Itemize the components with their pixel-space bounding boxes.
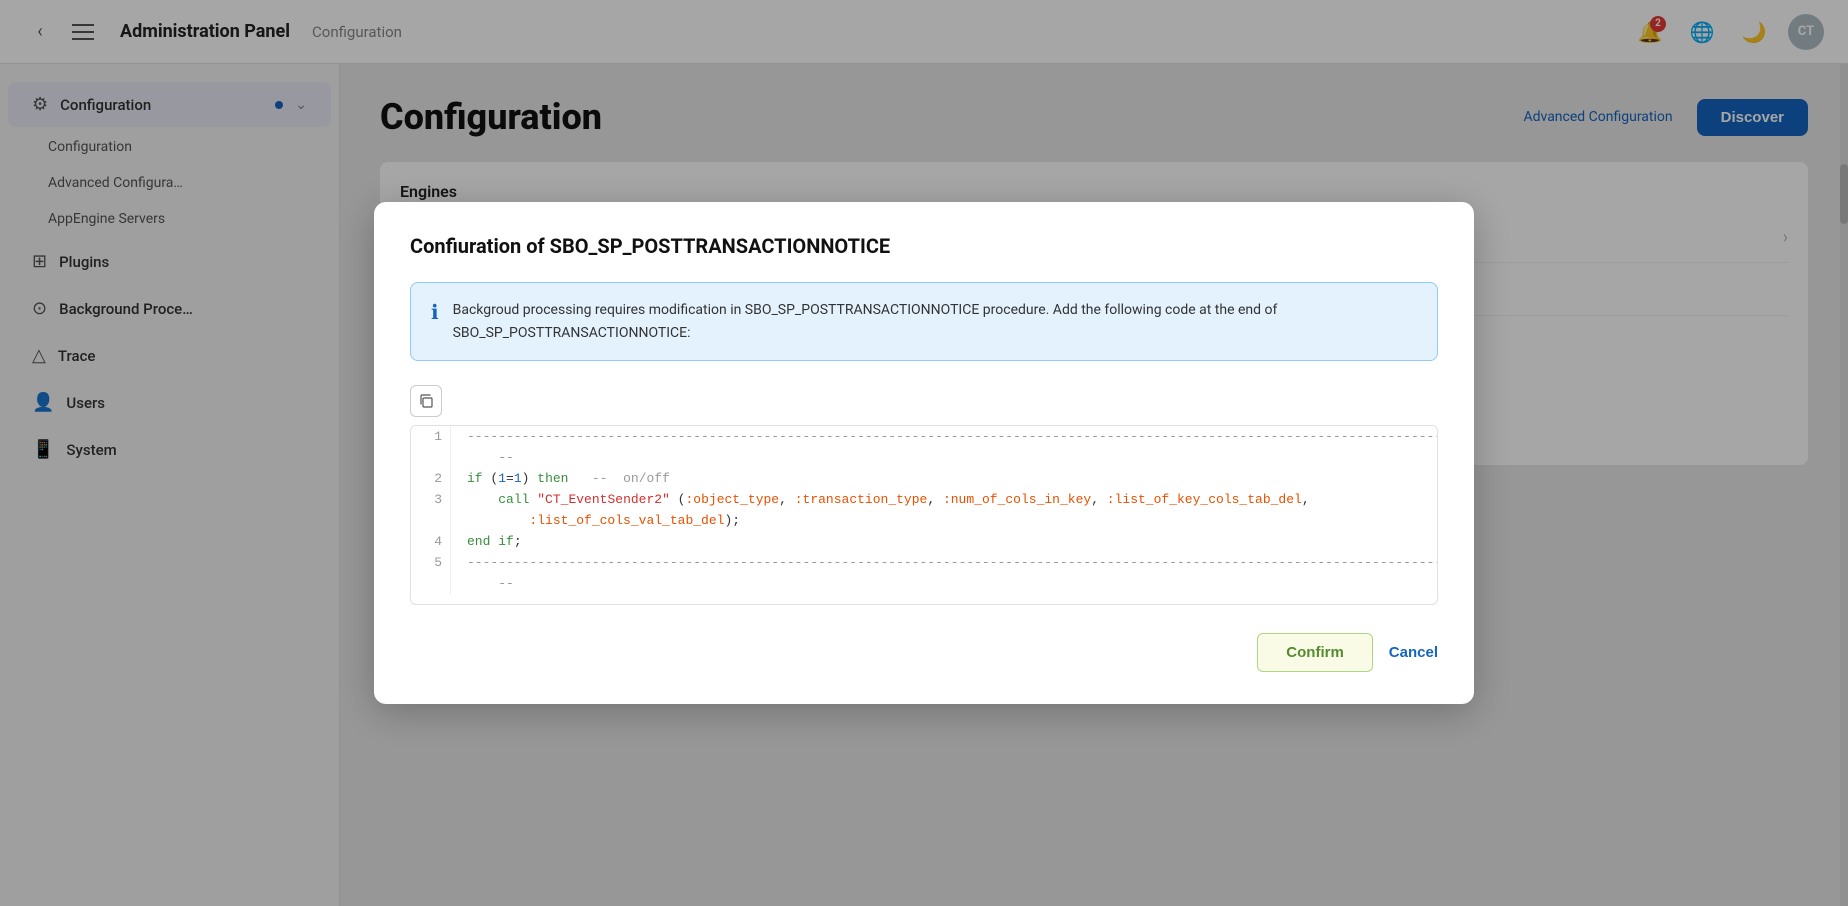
code-line-4: 4 end if; (411, 531, 1437, 552)
code-content: :list_of_cols_val_tab_del); (451, 510, 756, 531)
code-content: call "CT_EventSender2" (:object_type, :t… (451, 489, 1326, 510)
code-content: ----------------------------------------… (451, 552, 1438, 573)
line-number (411, 573, 451, 594)
code-content: end if; (451, 531, 538, 552)
line-number (411, 447, 451, 468)
modal: Confiuration of SBO_SP_POSTTRANSACTIONNO… (374, 202, 1474, 704)
info-icon: ℹ (431, 300, 439, 324)
modal-footer: Confirm Cancel (410, 633, 1438, 672)
modal-info-box: ℹ Backgroud processing requires modifica… (410, 282, 1438, 361)
code-content: ----------------------------------------… (451, 426, 1438, 447)
code-line-3b: :list_of_cols_val_tab_del); (411, 510, 1437, 531)
code-content: if (1=1) then -- on/off (451, 468, 686, 489)
code-line-5b: -- (411, 573, 1437, 594)
line-number: 4 (411, 531, 451, 552)
code-line-5: 5 --------------------------------------… (411, 552, 1437, 573)
code-line-1b: -- (411, 447, 1437, 468)
modal-title: Confiuration of SBO_SP_POSTTRANSACTIONNO… (410, 234, 1438, 258)
code-line-2: 2 if (1=1) then -- on/off (411, 468, 1437, 489)
line-number: 1 (411, 426, 451, 447)
code-line-1: 1 --------------------------------------… (411, 426, 1437, 447)
code-block: 1 --------------------------------------… (410, 425, 1438, 605)
info-text: Backgroud processing requires modificati… (453, 299, 1417, 344)
code-line-3: 3 call "CT_EventSender2" (:object_type, … (411, 489, 1437, 510)
line-number: 5 (411, 552, 451, 573)
copy-code-button[interactable] (410, 385, 442, 417)
code-content: -- (451, 573, 530, 594)
modal-overlay: Confiuration of SBO_SP_POSTTRANSACTIONNO… (0, 0, 1848, 906)
line-number: 3 (411, 489, 451, 510)
line-number: 2 (411, 468, 451, 489)
code-content: -- (451, 447, 530, 468)
cancel-button[interactable]: Cancel (1389, 644, 1438, 661)
line-number (411, 510, 451, 531)
confirm-button[interactable]: Confirm (1257, 633, 1373, 672)
